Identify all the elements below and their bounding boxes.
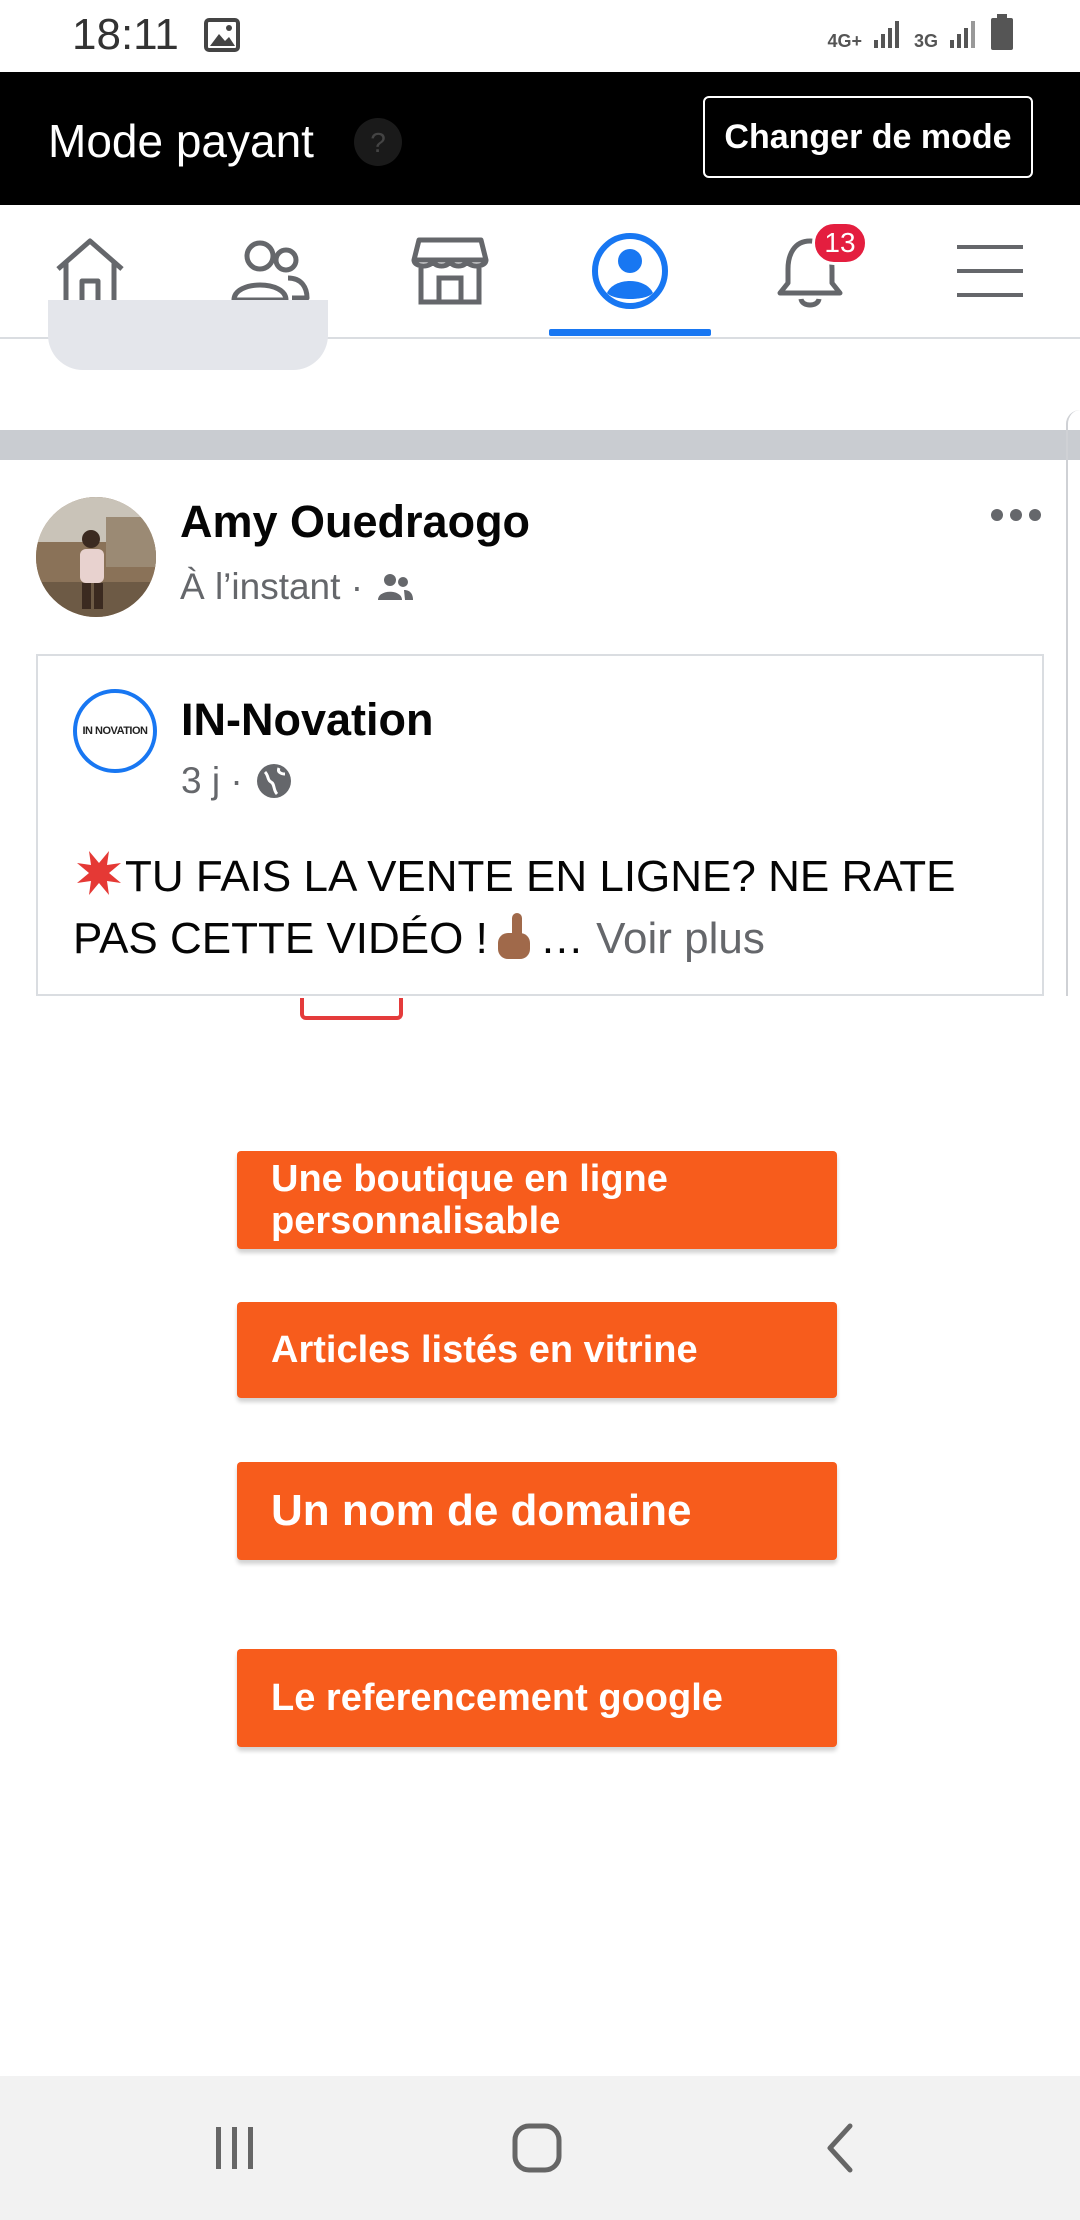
help-icon[interactable]: ?	[352, 116, 404, 168]
marketplace-icon	[411, 237, 489, 305]
page-avatar[interactable]: IN NOVATION	[73, 689, 157, 773]
network-3g-label: 3G	[913, 31, 938, 51]
recent-apps-button[interactable]	[175, 2076, 295, 2220]
video-graphic-fragment	[300, 998, 403, 1020]
back-button[interactable]	[780, 2076, 900, 2220]
active-tab-indicator	[549, 329, 711, 336]
video-label-line2: personnalisable	[271, 1200, 561, 1242]
back-icon	[827, 2123, 853, 2173]
author-name[interactable]: Amy Ouedraogo	[180, 496, 530, 548]
more-options-icon[interactable]	[990, 505, 1042, 525]
image-icon	[204, 18, 240, 52]
recent-apps-icon	[216, 2127, 253, 2169]
video-label-line1: Une boutique en ligne	[271, 1158, 668, 1200]
status-indicators: 4G+ 3G	[827, 14, 1014, 50]
signal-icon	[950, 21, 975, 48]
home-button[interactable]	[477, 2076, 597, 2220]
see-more-link[interactable]: Voir plus	[596, 914, 765, 963]
nav-menu[interactable]	[910, 205, 1070, 337]
network-4g-label: 4G+	[827, 31, 862, 51]
nav-marketplace[interactable]	[370, 205, 530, 337]
signal-icon	[873, 21, 899, 48]
system-nav-bar	[0, 2076, 1080, 2220]
video-label-articles: Articles listés en vitrine	[237, 1302, 837, 1398]
mode-label: Mode payant	[48, 115, 314, 167]
shared-post-text: TU FAIS LA VENTE EN LIGNE? NE RATE PAS C…	[73, 846, 1023, 970]
video-player[interactable]: Une boutique en ligne personnalisable Ar…	[0, 996, 1080, 2076]
notification-count-badge: 13	[812, 221, 868, 265]
shared-post-time: 3 j ·	[181, 760, 243, 801]
avatar-photo	[36, 497, 156, 617]
data-mode-bar: Mode payant ? Changer de mode	[0, 72, 1080, 205]
post-text-ellipsis: …	[539, 914, 584, 963]
video-label-referencement: Le referencement google	[237, 1649, 837, 1747]
status-bar: 18:11 4G+ 3G	[0, 0, 1080, 72]
menu-icon	[957, 245, 1023, 297]
change-mode-button[interactable]: Changer de mode	[703, 96, 1033, 178]
home-button-icon	[512, 2123, 562, 2173]
profile-icon	[592, 233, 668, 309]
page-name[interactable]: IN-Novation	[181, 694, 434, 746]
status-time: 18:11	[72, 10, 179, 59]
feed-separator	[0, 430, 1080, 460]
video-label-boutique: Une boutique en ligne personnalisable	[237, 1151, 837, 1249]
author-avatar[interactable]	[36, 497, 156, 617]
post-meta: À l’instant ·	[180, 566, 415, 608]
video-label-domaine: Un nom de domaine	[237, 1462, 837, 1560]
partial-button[interactable]	[48, 300, 328, 370]
home-icon	[56, 238, 124, 306]
svg-text:?: ?	[370, 127, 386, 158]
battery-icon	[991, 14, 1013, 50]
nav-notifications[interactable]	[730, 205, 890, 337]
globe-icon[interactable]	[255, 762, 293, 800]
nav-profile[interactable]	[550, 205, 710, 337]
anger-symbol-icon	[77, 851, 121, 895]
friends-icon	[231, 240, 310, 303]
pointing-finger-icon	[497, 913, 530, 959]
shared-post-card[interactable]: IN NOVATION IN-Novation 3 j · TU FAIS LA…	[36, 654, 1044, 996]
page-logo: IN NOVATION	[82, 725, 148, 737]
post-time: À l’instant ·	[180, 566, 364, 607]
shared-post-meta: 3 j ·	[181, 760, 293, 802]
friends-audience-icon[interactable]	[375, 572, 415, 602]
